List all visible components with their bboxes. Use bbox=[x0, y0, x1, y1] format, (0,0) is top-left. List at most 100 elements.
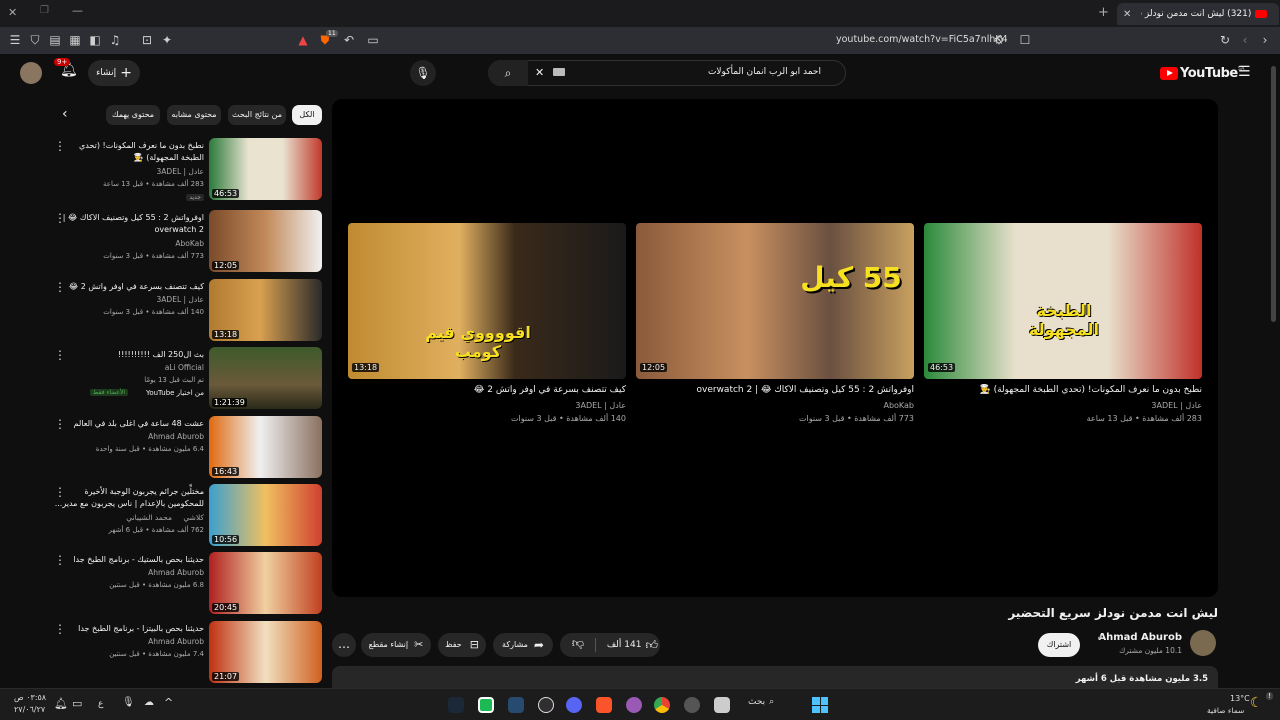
chat-app-icon[interactable] bbox=[626, 697, 642, 713]
forward-icon[interactable]: › bbox=[1256, 31, 1274, 49]
video-title[interactable]: كيف تتصنف بسرعة في اوفر واتش 2 😂 bbox=[54, 281, 204, 293]
youtube-logo[interactable]: YouTube SA bbox=[1160, 66, 1244, 81]
video-title[interactable]: حديثنا بحص بالستيك - برنامج الطبخ جدا bbox=[54, 554, 204, 566]
video-thumbnail[interactable]: 12:05 bbox=[209, 210, 322, 272]
show-hidden-icons[interactable]: ^ bbox=[164, 696, 173, 709]
video-thumbnail[interactable]: 10:56 bbox=[209, 484, 322, 546]
chip-all[interactable]: الكل bbox=[292, 105, 322, 125]
channel-name[interactable]: aLi Official bbox=[165, 363, 204, 372]
back-icon[interactable]: ‹ bbox=[1236, 31, 1254, 49]
chip-from-search[interactable]: من نتائج البحث bbox=[228, 105, 286, 125]
bookmark-icon[interactable]: ☐ bbox=[1016, 31, 1034, 49]
video-title[interactable]: اوفرواتش 2 : 55 كيل وتصنيف الاكاك 😂 | ov… bbox=[636, 385, 915, 395]
video-thumbnail[interactable]: 46:53 bbox=[209, 138, 322, 200]
list-item[interactable]: 46:53 نطبخ بدون ما نعرف المكونات! (تحدي … bbox=[52, 138, 322, 201]
guide-menu-icon[interactable]: ☰ bbox=[1238, 64, 1251, 80]
channel-avatar[interactable] bbox=[1190, 630, 1216, 656]
music-icon[interactable]: ♫ bbox=[106, 31, 124, 49]
more-options-icon[interactable]: ⋮ bbox=[54, 281, 66, 293]
video-title[interactable]: عشت 48 ساعة في اغلى بلد في العالم bbox=[54, 418, 204, 430]
list-item[interactable]: 20:45 حديثنا بحص بالستيك - برنامج الطبخ … bbox=[52, 552, 322, 614]
steam-alt-icon[interactable] bbox=[508, 697, 524, 713]
list-item[interactable]: 10:56 مختلِّين جرائم يجربون الوجبة الأخي… bbox=[52, 484, 322, 546]
clock-time[interactable]: ٠٣:٥٨ ص bbox=[14, 693, 46, 702]
chip-for-you[interactable]: محتوى يهمك bbox=[106, 105, 160, 125]
tab-close-icon[interactable]: ✕ bbox=[1123, 9, 1131, 20]
app-icon[interactable] bbox=[478, 697, 494, 713]
voice-search-button[interactable]: 🎙︎ bbox=[410, 60, 436, 86]
discord-icon[interactable] bbox=[566, 697, 582, 713]
video-thumbnail[interactable]: 20:45 bbox=[209, 552, 322, 614]
shield-icon[interactable]: ⛉ bbox=[26, 31, 44, 49]
more-options-icon[interactable]: ⋮ bbox=[54, 349, 66, 361]
sidebar-icon[interactable]: ◧ bbox=[86, 31, 104, 49]
list-item[interactable]: 12:05 اوفرواتش 2 : 55 كيل وتصنيف الاكاك … bbox=[52, 210, 322, 272]
dislike-button[interactable]: 👎︎ bbox=[568, 636, 588, 654]
list-item[interactable]: 16:43 عشت 48 ساعة في اغلى بلد في العالم … bbox=[52, 416, 322, 478]
channel-name[interactable]: عادل | 3ADEL bbox=[157, 167, 204, 176]
reload-icon[interactable]: ↻ bbox=[1216, 31, 1234, 49]
extensions-icon[interactable]: ✦ bbox=[158, 31, 176, 49]
window-restore-icon[interactable]: ❐ bbox=[40, 5, 49, 16]
weather-text[interactable]: سماء صافية bbox=[1207, 706, 1244, 715]
channel-name[interactable]: عادل | 3ADEL bbox=[1151, 401, 1202, 410]
more-options-icon[interactable]: ⋮ bbox=[54, 418, 66, 430]
channel-name[interactable]: عادل | 3ADEL bbox=[157, 295, 204, 304]
tray-app-icon[interactable]: ☁ bbox=[144, 697, 154, 708]
window-close-icon[interactable]: ✕ bbox=[8, 6, 17, 19]
list-item[interactable]: 1:21:39 بث ال250 الف !!!!!!!!!! aLi Offi… bbox=[52, 347, 322, 409]
more-options-icon[interactable]: ⋮ bbox=[54, 140, 66, 152]
channel-name[interactable]: محمد الشيباني bbox=[126, 513, 172, 522]
collab-channel[interactable]: كلاشي bbox=[183, 513, 204, 522]
list-item[interactable]: 21:07 حديثنا بحص بالبيتزا - برنامج الطبخ… bbox=[52, 621, 322, 683]
menu-icon[interactable]: ☰ bbox=[6, 31, 24, 49]
search-taskbar[interactable]: بحث ⌕ bbox=[748, 697, 774, 707]
tabs-icon[interactable]: ▤ bbox=[46, 31, 64, 49]
network-icon[interactable]: ▭ bbox=[72, 697, 82, 710]
chips-prev-icon[interactable]: ‹ bbox=[62, 106, 68, 122]
search-input[interactable]: احمد ابو الرب انمان المأكولات bbox=[708, 67, 821, 77]
more-options-icon[interactable]: ⋮ bbox=[54, 623, 66, 635]
site-settings-icon[interactable]: ⚙ bbox=[990, 31, 1008, 49]
like-button[interactable]: 141 ألف 👍︎ bbox=[600, 636, 658, 654]
video-thumbnail[interactable]: 13:18 bbox=[209, 279, 322, 341]
search-button[interactable]: ⌕ bbox=[488, 60, 528, 86]
save-button[interactable]: حفظ ⊟ bbox=[438, 633, 486, 657]
undo-icon[interactable]: ↶ bbox=[340, 31, 358, 49]
channel-name[interactable]: عادل | 3ADEL bbox=[575, 401, 626, 410]
scrollbar-thumb[interactable] bbox=[1271, 66, 1276, 322]
steam-icon[interactable] bbox=[448, 697, 464, 713]
video-title[interactable]: مختلِّين جرائم يجربون الوجبة الأخيرة للم… bbox=[54, 486, 204, 510]
clear-search-icon[interactable]: ✕ bbox=[535, 66, 544, 79]
endscreen-thumbnail[interactable]: اقووووي قيم كومب bbox=[348, 223, 626, 379]
video-title[interactable]: نطبخ بدون ما نعرف المكونات! (تحدي الطبخة… bbox=[54, 140, 204, 164]
screenshot-icon[interactable]: ⊡ bbox=[138, 31, 156, 49]
window-minimize-icon[interactable]: — bbox=[72, 4, 83, 17]
video-thumbnail[interactable]: 21:07 bbox=[209, 621, 322, 683]
microphone-icon[interactable]: 🎙︎ bbox=[122, 697, 135, 708]
channel-name[interactable]: AboKab bbox=[175, 239, 204, 248]
avatar[interactable] bbox=[20, 62, 42, 84]
clip-button[interactable]: إنشاء مقطع ✂ bbox=[361, 633, 431, 657]
address-bar-url[interactable]: youtube.com/watch?v=FiC5a7nlhK4 bbox=[836, 34, 1008, 45]
clock-date[interactable]: ٢٧/٠٦/٢٧ bbox=[14, 705, 45, 714]
create-button[interactable]: إنشاء + bbox=[88, 60, 140, 86]
endscreen-thumbnail[interactable]: الطبخة المجهولة bbox=[924, 223, 1202, 379]
reader-icon[interactable]: ▦ bbox=[66, 31, 84, 49]
endscreen-thumbnail[interactable]: 55 كيل bbox=[636, 223, 914, 379]
more-actions-button[interactable]: … bbox=[332, 633, 356, 657]
video-title[interactable]: اوفرواتش 2 : 55 كيل وتصنيف الاكاك 😂 | ov… bbox=[54, 212, 204, 236]
chrome-icon[interactable] bbox=[654, 697, 670, 713]
new-tab-button[interactable]: + bbox=[1098, 5, 1109, 20]
channel-name[interactable]: Ahmad Aburob bbox=[148, 432, 204, 441]
cast-icon[interactable]: ▭ bbox=[364, 31, 382, 49]
active-tab[interactable]: ✕ (321) ليش انت مدمن نودلز سريع bbox=[1117, 3, 1279, 25]
channel-name[interactable]: Ahmad Aburob bbox=[148, 637, 204, 646]
language-indicator[interactable]: ع bbox=[98, 699, 103, 709]
brave-rewards-icon[interactable]: ▲ bbox=[294, 31, 312, 49]
video-title[interactable]: كيف تتصنف بسرعة في اوفر واتش 2 😂 bbox=[348, 385, 626, 395]
list-item[interactable]: 13:18 كيف تتصنف بسرعة في اوفر واتش 2 😂 ع… bbox=[52, 279, 322, 341]
brave-icon[interactable] bbox=[596, 697, 612, 713]
video-thumbnail[interactable]: 1:21:39 bbox=[209, 347, 322, 409]
more-options-icon[interactable]: ⋮ bbox=[54, 486, 66, 498]
